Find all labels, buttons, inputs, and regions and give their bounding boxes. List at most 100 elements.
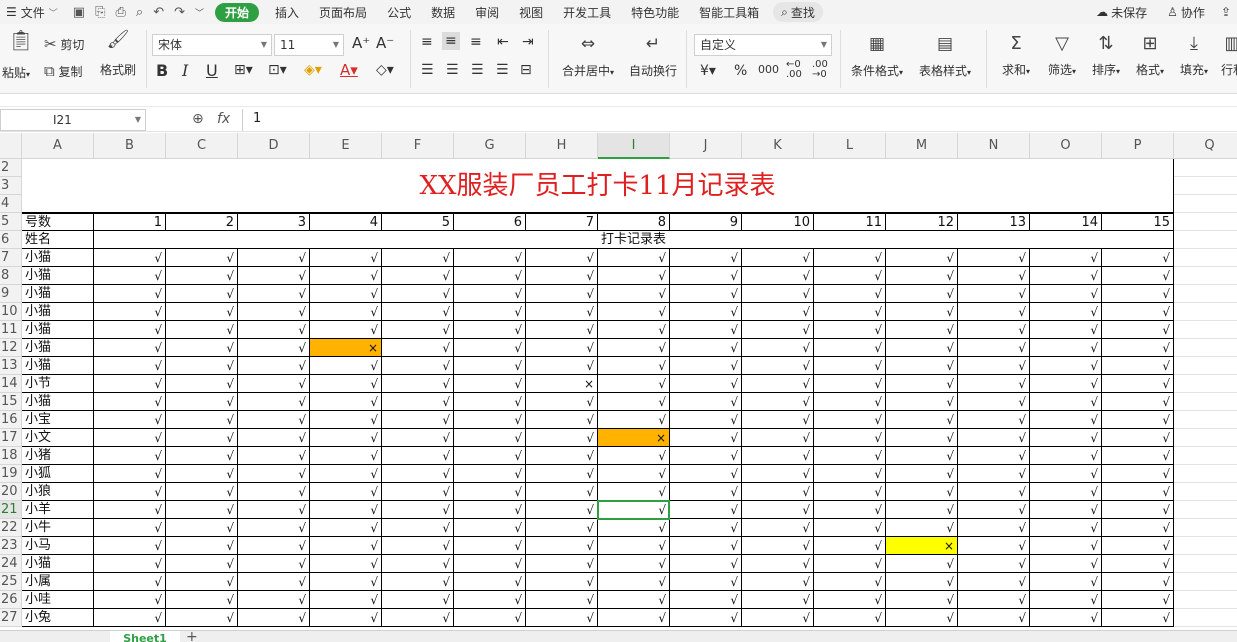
check-mark-E17[interactable]: √ — [310, 429, 382, 447]
row-header-6[interactable]: 6 — [0, 231, 22, 249]
check-mark-K8[interactable]: √ — [742, 267, 814, 285]
check-mark-L7[interactable]: √ — [814, 249, 886, 267]
check-mark-P18[interactable]: √ — [1102, 447, 1174, 465]
check-mark-L11[interactable]: √ — [814, 321, 886, 339]
check-mark-D10[interactable]: √ — [238, 303, 310, 321]
day-header-7[interactable]: 7 — [526, 213, 598, 231]
name-cell-row-12[interactable]: 小猫 — [22, 339, 94, 357]
check-mark-J9[interactable]: √ — [670, 285, 742, 303]
check-mark-E25[interactable]: √ — [310, 573, 382, 591]
check-mark-E16[interactable]: √ — [310, 411, 382, 429]
name-cell-row-9[interactable]: 小猫 — [22, 285, 94, 303]
row-header-3[interactable]: 3 — [0, 177, 22, 195]
check-mark-K24[interactable]: √ — [742, 555, 814, 573]
name-cell-row-15[interactable]: 小猫 — [22, 393, 94, 411]
check-mark-D24[interactable]: √ — [238, 555, 310, 573]
name-cell-row-16[interactable]: 小宝 — [22, 411, 94, 429]
column-header-D[interactable]: D — [238, 133, 310, 159]
check-mark-H18[interactable]: √ — [526, 447, 598, 465]
check-mark-F8[interactable]: √ — [382, 267, 454, 285]
check-mark-J25[interactable]: √ — [670, 573, 742, 591]
check-mark-O21[interactable]: √ — [1030, 501, 1102, 519]
check-mark-I15[interactable]: √ — [598, 393, 670, 411]
indent-decrease-icon[interactable]: ⇤ — [497, 34, 509, 50]
column-header-H[interactable]: H — [526, 133, 598, 159]
check-mark-M20[interactable]: √ — [886, 483, 958, 501]
check-mark-D8[interactable]: √ — [238, 267, 310, 285]
name-cell-row-19[interactable]: 小狐 — [22, 465, 94, 483]
tab-home[interactable]: 开始 — [215, 2, 260, 22]
check-mark-I11[interactable]: √ — [598, 321, 670, 339]
day-header-9[interactable]: 9 — [670, 213, 742, 231]
check-mark-M14[interactable]: √ — [886, 375, 958, 393]
check-mark-H15[interactable]: √ — [526, 393, 598, 411]
day-header-15[interactable]: 15 — [1102, 213, 1174, 231]
check-mark-P10[interactable]: √ — [1102, 303, 1174, 321]
check-mark-B25[interactable]: √ — [94, 573, 166, 591]
check-mark-E8[interactable]: √ — [310, 267, 382, 285]
sum-button[interactable]: Σ 求和▾ — [996, 35, 1036, 78]
check-mark-G17[interactable]: √ — [454, 429, 526, 447]
check-mark-J10[interactable]: √ — [670, 303, 742, 321]
check-mark-N21[interactable]: √ — [958, 501, 1030, 519]
check-mark-M22[interactable]: √ — [886, 519, 958, 537]
clear-icon[interactable]: ◇▾ — [376, 62, 394, 78]
check-mark-O7[interactable]: √ — [1030, 249, 1102, 267]
print-icon[interactable]: ⎙ — [111, 0, 131, 24]
check-mark-O15[interactable]: √ — [1030, 393, 1102, 411]
check-mark-B18[interactable]: √ — [94, 447, 166, 465]
day-header-13[interactable]: 13 — [958, 213, 1030, 231]
check-mark-D19[interactable]: √ — [238, 465, 310, 483]
percent-icon[interactable]: % — [734, 63, 747, 79]
row-header-25[interactable]: 25 — [0, 573, 22, 591]
check-mark-I12[interactable]: √ — [598, 339, 670, 357]
check-mark-C27[interactable]: √ — [166, 609, 238, 627]
check-mark-B9[interactable]: √ — [94, 285, 166, 303]
justify-icon[interactable]: ☰ — [496, 62, 509, 78]
row-header-17[interactable]: 17 — [0, 429, 22, 447]
tab-view[interactable]: 视图 — [509, 0, 553, 24]
check-mark-L20[interactable]: √ — [814, 483, 886, 501]
check-mark-C23[interactable]: √ — [166, 537, 238, 555]
filter-button[interactable]: ▽ 筛选▾ — [1042, 35, 1082, 78]
check-mark-C15[interactable]: √ — [166, 393, 238, 411]
check-mark-F22[interactable]: √ — [382, 519, 454, 537]
check-mark-J27[interactable]: √ — [670, 609, 742, 627]
tab-smart-toolbox[interactable]: 智能工具箱 — [689, 0, 769, 24]
check-mark-N13[interactable]: √ — [958, 357, 1030, 375]
day-header-3[interactable]: 3 — [238, 213, 310, 231]
check-mark-G14[interactable]: √ — [454, 375, 526, 393]
check-mark-O22[interactable]: √ — [1030, 519, 1102, 537]
name-label-cell[interactable]: 姓名 — [22, 231, 94, 249]
check-mark-F15[interactable]: √ — [382, 393, 454, 411]
check-mark-D15[interactable]: √ — [238, 393, 310, 411]
check-mark-F13[interactable]: √ — [382, 357, 454, 375]
fill-color-icon[interactable]: ◈▾ — [304, 62, 322, 78]
check-mark-I25[interactable]: √ — [598, 573, 670, 591]
check-mark-J21[interactable]: √ — [670, 501, 742, 519]
check-mark-E15[interactable]: √ — [310, 393, 382, 411]
check-mark-P12[interactable]: √ — [1102, 339, 1174, 357]
check-mark-D11[interactable]: √ — [238, 321, 310, 339]
name-cell-row-27[interactable]: 小兔 — [22, 609, 94, 627]
check-mark-P14[interactable]: √ — [1102, 375, 1174, 393]
check-mark-P11[interactable]: √ — [1102, 321, 1174, 339]
check-mark-O24[interactable]: √ — [1030, 555, 1102, 573]
check-mark-K17[interactable]: √ — [742, 429, 814, 447]
check-mark-J16[interactable]: √ — [670, 411, 742, 429]
check-mark-L26[interactable]: √ — [814, 591, 886, 609]
increase-font-icon[interactable]: A⁺ — [352, 34, 370, 52]
row-header-19[interactable]: 19 — [0, 465, 22, 483]
check-mark-H26[interactable]: √ — [526, 591, 598, 609]
row-header-2[interactable]: 2 — [0, 159, 22, 177]
check-mark-L14[interactable]: √ — [814, 375, 886, 393]
check-mark-D9[interactable]: √ — [238, 285, 310, 303]
check-mark-P13[interactable]: √ — [1102, 357, 1174, 375]
check-mark-N17[interactable]: √ — [958, 429, 1030, 447]
row-header-8[interactable]: 8 — [0, 267, 22, 285]
check-mark-H11[interactable]: √ — [526, 321, 598, 339]
check-mark-K19[interactable]: √ — [742, 465, 814, 483]
check-mark-K21[interactable]: √ — [742, 501, 814, 519]
check-mark-O17[interactable]: √ — [1030, 429, 1102, 447]
absent-mark-M23[interactable]: × — [886, 537, 958, 555]
